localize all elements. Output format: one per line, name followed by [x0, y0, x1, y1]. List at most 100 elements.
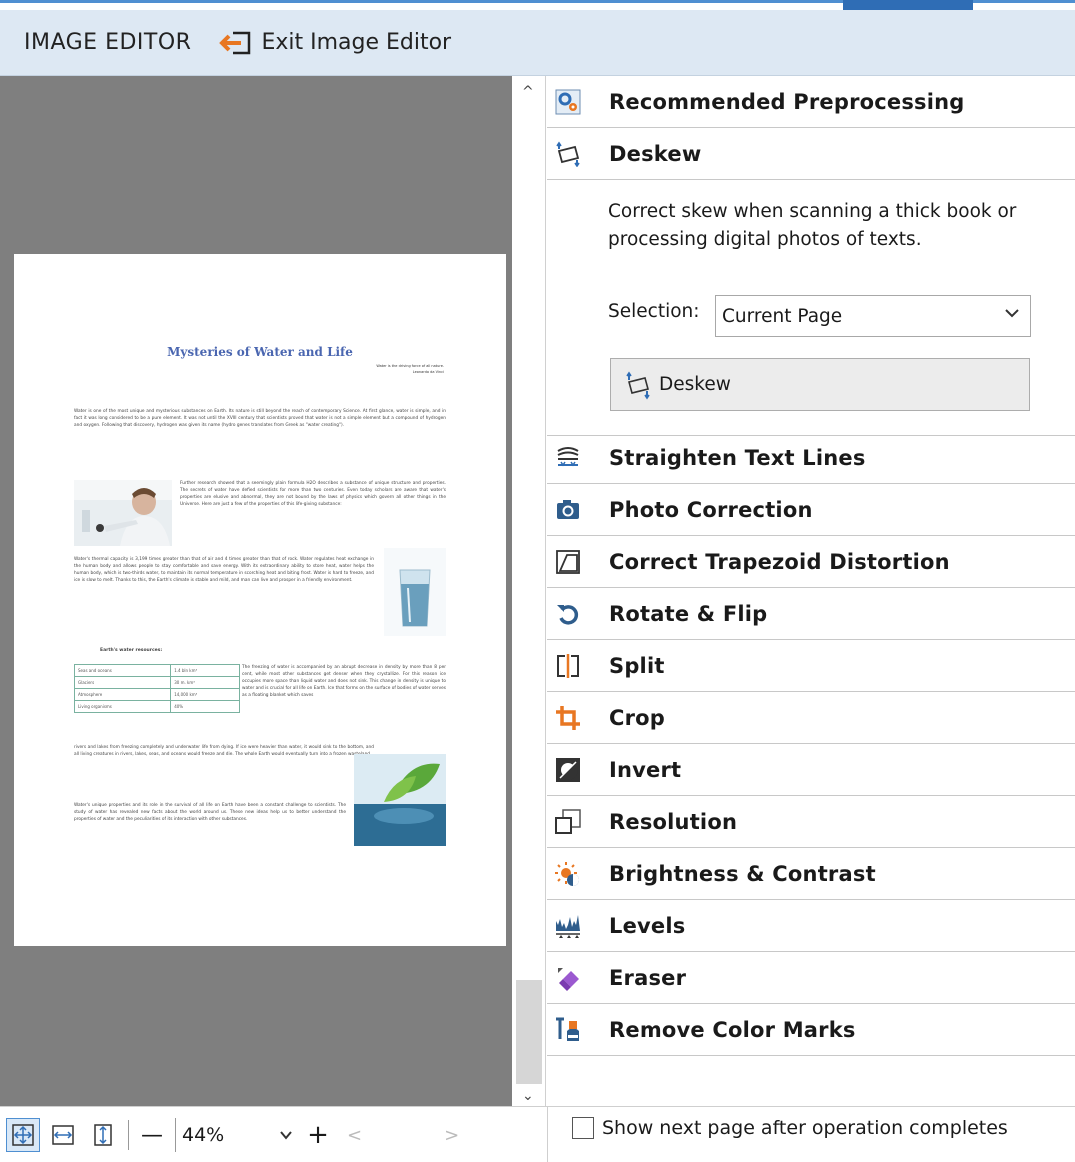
- tool-split[interactable]: Split: [547, 640, 1075, 692]
- table-cell: Living organisms: [73, 700, 172, 713]
- scrollbar-thumb[interactable]: [516, 980, 542, 1084]
- show-next-page-label: Show next page after operation completes: [602, 1117, 1008, 1139]
- table-cell: 40%: [170, 700, 240, 713]
- bottom-toolbar: — 44% + < > Show next page after operati…: [0, 1106, 1075, 1162]
- tool-photo-correction[interactable]: Photo Correction: [547, 484, 1075, 536]
- fit-page-icon: [12, 1124, 34, 1146]
- tool-label: Eraser: [609, 965, 687, 990]
- paragraph-6: Water's unique properties and its role i…: [74, 803, 346, 822]
- table-row: Atmosphere 14,000 km³: [73, 688, 240, 701]
- resolution-icon: [555, 808, 581, 835]
- tool-label: Brightness & Contrast: [609, 861, 876, 886]
- tool-invert[interactable]: Invert: [547, 744, 1075, 796]
- deskew-button[interactable]: Deskew: [610, 358, 1030, 411]
- tool-label: Recommended Preprocessing: [609, 89, 965, 114]
- remove-color-marks-icon: [555, 1017, 581, 1043]
- gears-icon: [555, 89, 581, 115]
- paragraph-5: rivers and lakes from freezing completel…: [74, 745, 374, 757]
- scientist-photo: [74, 480, 172, 546]
- tool-label: Correct Trapezoid Distortion: [609, 549, 950, 574]
- window-top-strip: [0, 0, 1075, 10]
- table-row: Glaciers 30 m. km³: [73, 676, 240, 689]
- fit-page-button[interactable]: [6, 1118, 40, 1152]
- table-cell: Atmosphere: [73, 688, 172, 701]
- zoom-level-input[interactable]: 44%: [175, 1118, 295, 1152]
- zoom-out-button[interactable]: —: [135, 1118, 169, 1152]
- plus-icon: +: [307, 1120, 329, 1150]
- paragraph-2: Further research showed that a seemingly…: [180, 481, 446, 507]
- tool-eraser[interactable]: Eraser: [547, 952, 1075, 1004]
- fit-height-button[interactable]: [86, 1118, 120, 1152]
- tool-rotate-flip[interactable]: Rotate & Flip: [547, 588, 1075, 640]
- panel-scrollbar[interactable]: ^ ⌄: [512, 76, 546, 1106]
- chevron-down-icon: [1005, 309, 1019, 318]
- eraser-icon: [555, 965, 581, 991]
- tool-straighten-text-lines[interactable]: Straighten Text Lines: [547, 432, 1075, 484]
- tool-correct-trapezoid-distortion[interactable]: Correct Trapezoid Distortion: [547, 536, 1075, 588]
- tool-resolution[interactable]: Resolution: [547, 796, 1075, 848]
- document-title: Mysteries of Water and Life: [167, 345, 353, 359]
- exit-image-editor-button[interactable]: Exit Image Editor: [219, 29, 451, 57]
- exit-label: Exit Image Editor: [261, 30, 452, 55]
- zoom-in-button[interactable]: +: [301, 1118, 335, 1152]
- rotate-icon: [555, 601, 581, 627]
- tool-label: Split: [609, 653, 665, 678]
- toolbar-separator: [128, 1120, 129, 1150]
- water-resources-table: Seas and oceans 1.4 bln km³ Glaciers 30 m.…: [73, 664, 240, 713]
- selection-value: Current Page: [722, 305, 843, 327]
- scroll-left-icon[interactable]: <: [347, 1125, 362, 1146]
- tool-label: Invert: [609, 757, 682, 782]
- quote-author: Leonardo da Vinci: [412, 370, 444, 374]
- table-cell: 14,000 km³: [170, 688, 240, 701]
- zoom-toolbar: — 44% + < >: [0, 1107, 512, 1162]
- split-icon: [555, 653, 581, 679]
- footer-divider: [547, 1107, 548, 1162]
- water-glass-photo: [384, 548, 446, 636]
- deskew-options: Correct skew when scanning a thick book …: [547, 180, 1075, 436]
- tool-crop[interactable]: Crop: [547, 692, 1075, 744]
- table-row: Seas and oceans 1.4 bln km³: [73, 664, 240, 677]
- tool-label: Resolution: [609, 809, 738, 834]
- tool-recommended-preprocessing[interactable]: Recommended Preprocessing: [547, 76, 1075, 128]
- deskew-button-label: Deskew: [659, 374, 731, 395]
- scroll-right-icon[interactable]: >: [444, 1125, 459, 1146]
- fit-width-button[interactable]: [46, 1118, 80, 1152]
- deskew-icon: [626, 371, 650, 399]
- exit-arrow-icon: [219, 31, 251, 54]
- selection-label: Selection:: [608, 301, 700, 322]
- scroll-down-icon[interactable]: ⌄: [522, 1088, 534, 1104]
- tool-remove-color-marks[interactable]: Remove Color Marks: [547, 1004, 1075, 1056]
- tool-brightness-contrast[interactable]: Brightness & Contrast: [547, 848, 1075, 900]
- straighten-lines-icon: [555, 445, 581, 471]
- tool-label: Rotate & Flip: [609, 601, 768, 626]
- paragraph-4: The freezing of water is accompanied by …: [242, 665, 446, 698]
- minus-icon: —: [141, 1122, 163, 1148]
- table-caption: Earth's water resources:: [100, 648, 163, 653]
- paragraph-1: Water is one of the most unique and myst…: [74, 409, 446, 428]
- document-page: Mysteries of Water and Life Water is the…: [14, 254, 506, 946]
- tool-label: Remove Color Marks: [609, 1017, 856, 1042]
- brightness-icon: [555, 861, 581, 887]
- table-cell: Glaciers: [73, 676, 172, 689]
- paragraph-3: Water's thermal capacity is 3,199 times …: [74, 557, 374, 583]
- table-cell: Seas and oceans: [73, 664, 172, 677]
- selection-dropdown[interactable]: Current Page: [715, 295, 1031, 337]
- tool-levels[interactable]: Levels: [547, 900, 1075, 952]
- tool-label: Crop: [609, 705, 666, 730]
- scroll-up-icon[interactable]: ^: [522, 84, 534, 100]
- tool-label: Deskew: [609, 141, 702, 166]
- tool-label: Levels: [609, 913, 686, 938]
- document-quote: Water is the driving force of all nature…: [376, 363, 444, 375]
- show-next-page-checkbox[interactable]: Show next page after operation completes: [572, 1117, 1008, 1139]
- chevron-down-icon: [280, 1131, 292, 1140]
- table-cell: 1.4 bln km³: [170, 664, 240, 677]
- tool-label: Straighten Text Lines: [609, 445, 866, 470]
- page-viewer[interactable]: Mysteries of Water and Life Water is the…: [0, 76, 512, 1106]
- leaf-water-photo: [354, 754, 446, 846]
- checkbox-box[interactable]: [572, 1117, 594, 1139]
- invert-icon: [555, 757, 581, 783]
- tool-deskew[interactable]: Deskew: [547, 128, 1075, 180]
- deskew-icon: [555, 141, 581, 167]
- camera-icon: [555, 497, 581, 523]
- table-cell: 30 m. km³: [170, 676, 240, 689]
